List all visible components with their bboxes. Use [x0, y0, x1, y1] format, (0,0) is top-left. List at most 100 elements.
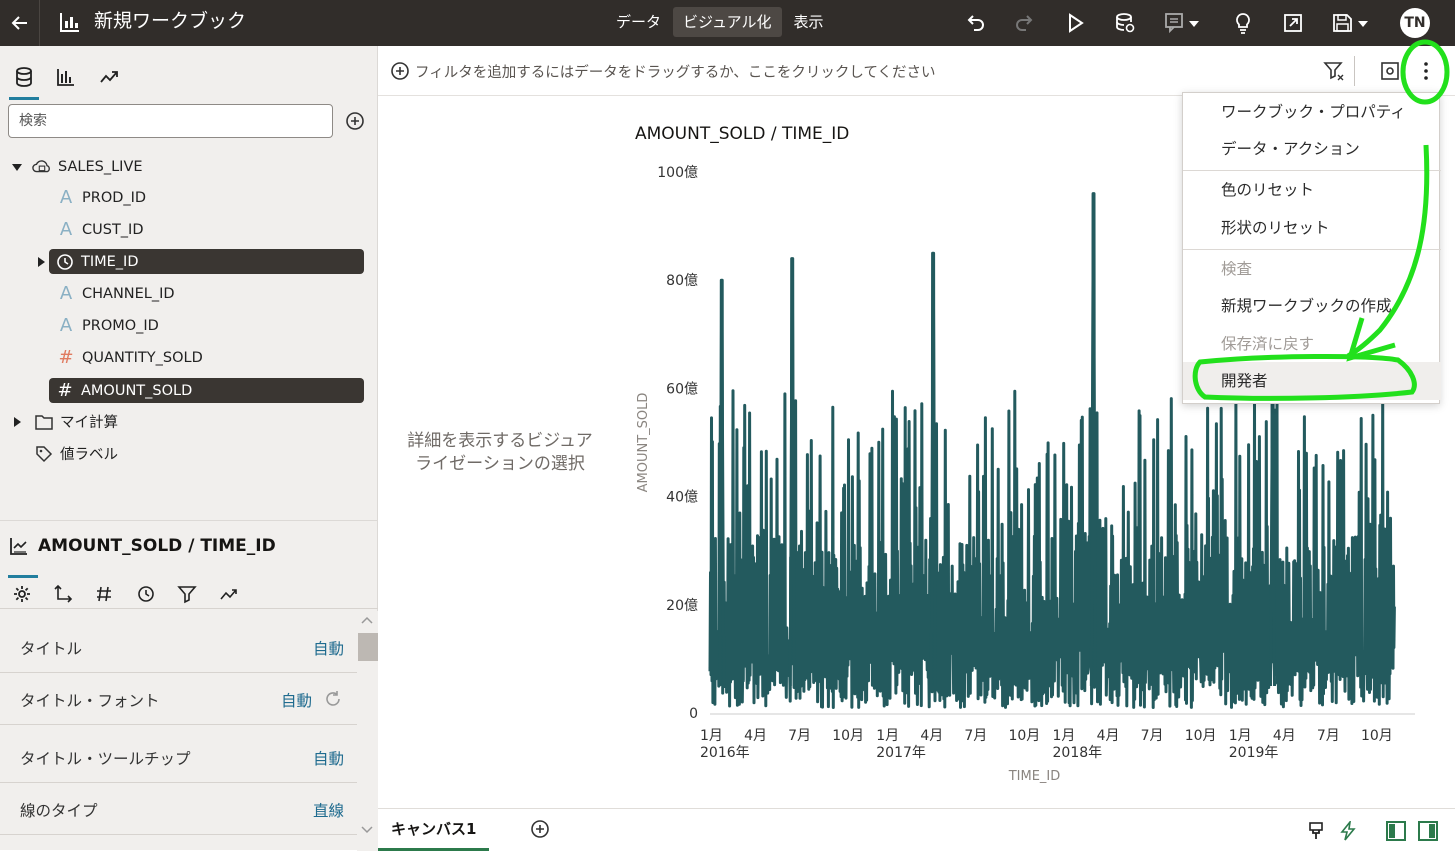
play-icon — [1069, 13, 1084, 33]
clock-icon — [138, 586, 154, 602]
brush-button[interactable] — [1304, 819, 1328, 843]
property-title[interactable]: タイトル 自動 — [0, 621, 357, 673]
panel-right-icon — [1418, 821, 1438, 841]
tag-icon — [34, 444, 54, 464]
tab-visualizations[interactable] — [51, 62, 81, 92]
tab-analytics[interactable] — [94, 62, 124, 92]
add-data-icon[interactable] — [344, 110, 366, 132]
expand-time-id-caret[interactable] — [34, 255, 48, 269]
workbook-title[interactable]: 新規ワークブック — [94, 8, 246, 34]
export-button[interactable] — [1280, 10, 1306, 36]
database-icon — [16, 67, 32, 87]
line-chart-icon — [10, 538, 27, 555]
filter-options-button[interactable] — [1322, 59, 1346, 83]
column-channel-id[interactable]: A CHANNEL_ID — [56, 281, 175, 306]
x-tick-label: 7月 — [1141, 728, 1164, 744]
property-value[interactable]: 直線 — [313, 799, 344, 821]
column-promo-id[interactable]: A PROMO_ID — [56, 313, 159, 338]
undo-button[interactable] — [962, 10, 988, 36]
save-button[interactable] — [1330, 10, 1374, 36]
tab-present[interactable]: 表示 — [784, 7, 834, 37]
x-tick-label: 4月 — [744, 728, 767, 744]
data-panel-tabs — [0, 46, 378, 102]
filter-settings-icon — [1323, 62, 1344, 81]
property-title-tooltip[interactable]: タイトル・ツールチップ 自動 — [0, 731, 357, 783]
chevron-down-icon[interactable] — [361, 825, 373, 835]
property-value[interactable]: 自動 — [313, 747, 344, 769]
column-time-id[interactable]: TIME_ID — [49, 249, 364, 274]
y-tick-label: 80億 — [666, 273, 698, 289]
tab-data-elements[interactable] — [9, 62, 39, 100]
tab-filter[interactable] — [174, 581, 200, 607]
properties-title: AMOUNT_SOLD / TIME_ID — [8, 535, 276, 557]
x-axis-label: TIME_ID — [1008, 769, 1061, 784]
narrate-button[interactable] — [1163, 10, 1205, 36]
x-tick-year-label: 2019年 — [1229, 745, 1279, 761]
toggle-right-panel-button[interactable] — [1416, 819, 1440, 843]
back-button[interactable] — [0, 0, 40, 46]
property-title-font[interactable]: タイトル・フォント 自動 — [0, 673, 357, 725]
folder-my-calculations[interactable]: マイ計算 — [34, 409, 118, 434]
canvas-settings-button[interactable] — [1378, 59, 1402, 83]
folder-icon — [34, 412, 54, 432]
collapse-dataset-caret[interactable] — [10, 160, 24, 174]
panel-left-icon — [1386, 821, 1406, 841]
column-cust-id[interactable]: A CUST_ID — [56, 217, 144, 242]
tab-visualize[interactable]: ビジュアル化 — [673, 7, 782, 37]
add-canvas-icon[interactable] — [530, 819, 550, 839]
property-line-type[interactable]: 線のタイプ 直線 — [0, 783, 357, 835]
expand-my-calculations-caret[interactable] — [10, 415, 24, 429]
column-amount-sold[interactable]: # AMOUNT_SOLD — [49, 378, 364, 403]
column-label: PROD_ID — [82, 189, 147, 206]
select-visualization-hint: 詳細を表示するビジュア ライゼーションの選択 — [395, 430, 605, 476]
property-value[interactable]: 自動 — [281, 689, 312, 711]
canvas-tab[interactable]: キャンバス1 — [378, 809, 489, 851]
menu-developer[interactable]: 開発者 — [1183, 362, 1441, 400]
column-quantity-sold[interactable]: # QUANTITY_SOLD — [56, 345, 202, 370]
tab-values[interactable] — [91, 581, 117, 607]
menu-workbook-properties[interactable]: ワークブック・プロパティ — [1183, 93, 1441, 131]
filter-bar[interactable]: フィルタを追加するにはデータをドラッグするか、ここをクリックしてください — [378, 46, 1455, 96]
triangle-down-icon — [12, 164, 22, 171]
run-button[interactable] — [1062, 10, 1088, 36]
property-label: タイトル・ツールチップ — [20, 750, 191, 768]
export-icon — [1284, 14, 1302, 32]
x-tick-label: 7月 — [964, 728, 987, 744]
filter-icon — [177, 586, 197, 604]
scrollbar-thumb[interactable] — [358, 633, 378, 661]
redo-button[interactable] — [1012, 10, 1038, 36]
tab-data[interactable]: データ — [606, 7, 671, 37]
menu-new-workbook[interactable]: 新規ワークブックの作成 — [1183, 287, 1441, 325]
tab-analytics-props[interactable] — [216, 581, 242, 607]
reset-icon[interactable] — [323, 689, 343, 709]
toggle-left-panel-button[interactable] — [1384, 819, 1408, 843]
menu-data-actions[interactable]: データ・アクション — [1183, 130, 1441, 168]
column-prod-id[interactable]: A PROD_ID — [56, 185, 146, 210]
tab-axis[interactable] — [50, 581, 76, 607]
search-input[interactable] — [8, 104, 333, 138]
insights-button[interactable] — [1230, 10, 1256, 36]
refresh-data-button[interactable] — [1112, 10, 1138, 36]
auto-apply-button[interactable] — [1336, 819, 1360, 843]
triangle-right-icon — [14, 417, 21, 427]
menu-inspect: 検査 — [1221, 260, 1253, 278]
chevron-up-icon[interactable] — [361, 615, 373, 625]
chart-title[interactable]: AMOUNT_SOLD / TIME_ID — [635, 124, 849, 144]
menu-reset-colors[interactable]: 色のリセット — [1183, 171, 1441, 209]
x-tick-label: 4月 — [920, 728, 943, 744]
paint-brush-icon — [1309, 822, 1323, 839]
dataset-sales-live[interactable]: SALES_LIVE — [32, 154, 143, 179]
user-avatar[interactable]: TN — [1400, 8, 1430, 38]
filter-hint[interactable]: フィルタを追加するにはデータをドラッグするか、ここをクリックしてください — [415, 61, 936, 82]
x-tick-label: 10月 — [1185, 728, 1217, 744]
tab-time[interactable] — [133, 581, 159, 607]
add-filter-icon[interactable] — [390, 61, 410, 81]
column-label: CHANNEL_ID — [82, 285, 175, 302]
column-label: AMOUNT_SOLD — [81, 382, 193, 399]
properties-scrollbar[interactable] — [357, 611, 378, 851]
tab-general[interactable] — [8, 575, 38, 607]
property-value[interactable]: 自動 — [313, 637, 344, 659]
menu-reset-shapes[interactable]: 形状のリセット — [1183, 209, 1441, 247]
more-menu-button[interactable] — [1414, 59, 1438, 83]
folder-value-labels[interactable]: 値ラベル — [34, 441, 118, 466]
